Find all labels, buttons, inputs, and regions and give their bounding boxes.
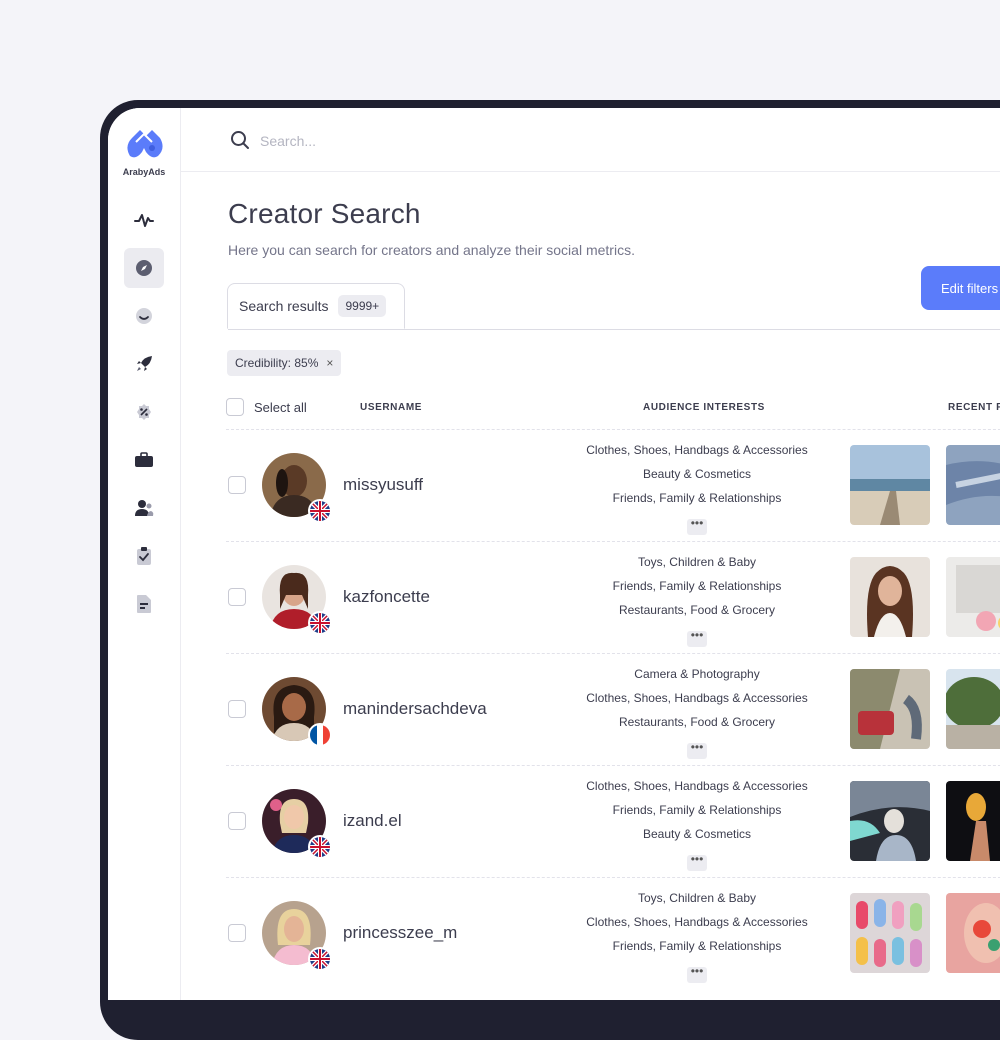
uk-flag-icon [308, 947, 332, 971]
search-icon [231, 131, 249, 149]
recent-post-thumbnail[interactable] [850, 893, 930, 973]
interest-tag: Beauty & Cosmetics [642, 467, 752, 481]
search-input[interactable] [258, 126, 662, 156]
recent-post-thumbnail[interactable] [946, 781, 1000, 861]
close-icon[interactable]: × [326, 356, 333, 370]
nav-reports[interactable] [124, 584, 164, 624]
interest-tag: Friends, Family & Relationships [612, 491, 782, 505]
audience-interests: Toys, Children & Baby Friends, Family & … [572, 554, 822, 647]
table-row[interactable]: missyusuff Clothes, Shoes, Handbags & Ac… [226, 429, 1000, 542]
top-bar [180, 108, 1000, 172]
table-header: Select all USERNAME AUDIENCE INTERESTS R… [226, 396, 1000, 420]
logo[interactable]: ArabyAds [122, 126, 166, 177]
recent-post-thumbnail[interactable] [850, 669, 930, 749]
select-all-checkbox[interactable] [226, 398, 244, 416]
nav-discounts[interactable] [124, 392, 164, 432]
uk-flag-icon [308, 835, 332, 859]
nav-smile[interactable] [124, 296, 164, 336]
app-screen: ArabyAds Search... Creator Search Here y… [108, 108, 1000, 1000]
page-title: Creator Search [228, 198, 421, 229]
activity-icon [134, 214, 154, 227]
interest-tag: Toys, Children & Baby [637, 555, 757, 569]
uk-flag-icon [308, 499, 332, 523]
username[interactable]: manindersachdeva [343, 699, 487, 719]
smile-icon [136, 308, 152, 324]
column-header-interests[interactable]: AUDIENCE INTERESTS [643, 402, 765, 413]
recent-post-thumbnail[interactable] [850, 445, 930, 525]
audience-interests: Clothes, Shoes, Handbags & Accessories F… [572, 778, 822, 871]
username[interactable]: princesszee_m [343, 923, 457, 943]
audience-interests: Toys, Children & Baby Clothes, Shoes, Ha… [572, 890, 822, 983]
filter-chip-credibility[interactable]: Credibility: 85% × [227, 350, 342, 376]
interest-tag: Toys, Children & Baby [637, 891, 757, 905]
nav-campaigns[interactable] [124, 344, 164, 384]
row-checkbox[interactable] [228, 588, 246, 606]
users-icon [135, 500, 154, 516]
more-interests-button[interactable]: ••• [687, 853, 707, 871]
row-checkbox[interactable] [228, 812, 246, 830]
uk-flag-icon [308, 611, 332, 635]
rocket-icon [137, 356, 152, 371]
recent-post-thumbnail[interactable] [850, 557, 930, 637]
interest-tag: Friends, Family & Relationships [612, 579, 782, 593]
audience-interests: Camera & Photography Clothes, Shoes, Han… [572, 666, 822, 759]
recent-post-thumbnail[interactable] [946, 669, 1000, 749]
table-row[interactable]: princesszee_m Toys, Children & Baby Clot… [226, 877, 1000, 990]
more-interests-button[interactable]: ••• [687, 741, 707, 759]
more-interests-button[interactable]: ••• [687, 965, 707, 983]
filter-chip-label: Credibility: 85% [235, 356, 319, 370]
clipboard-check-icon [137, 547, 151, 565]
column-header-recent-posts[interactable]: RECENT PO [948, 402, 1000, 413]
more-interests-button[interactable]: ••• [687, 517, 707, 535]
interest-tag: Restaurants, Food & Grocery [618, 715, 776, 729]
interest-tag: Clothes, Shoes, Handbags & Accessories [586, 915, 808, 929]
interest-tag: Clothes, Shoes, Handbags & Accessories [586, 779, 808, 793]
interest-tag: Friends, Family & Relationships [612, 939, 782, 953]
row-checkbox[interactable] [228, 700, 246, 718]
column-header-username[interactable]: USERNAME [360, 402, 422, 413]
tab-divider [228, 329, 1000, 330]
table-row[interactable]: kazfoncette Toys, Children & Baby Friend… [226, 541, 1000, 654]
table-row[interactable]: manindersachdeva Camera & Photography Cl… [226, 653, 1000, 766]
tab-search-results[interactable]: Search results 9999+ [227, 283, 405, 329]
table-row[interactable]: izand.el Clothes, Shoes, Handbags & Acce… [226, 765, 1000, 878]
recent-post-thumbnail[interactable] [946, 893, 1000, 973]
interest-tag: Beauty & Cosmetics [642, 827, 752, 841]
interest-tag: Clothes, Shoes, Handbags & Accessories [586, 691, 808, 705]
nav-tasks[interactable] [124, 536, 164, 576]
audience-interests: Clothes, Shoes, Handbags & Accessories B… [572, 442, 822, 535]
row-checkbox[interactable] [228, 924, 246, 942]
row-checkbox[interactable] [228, 476, 246, 494]
page-subtitle: Here you can search for creators and ana… [228, 242, 635, 258]
tab-label: Search results [239, 298, 329, 314]
logo-icon [127, 130, 163, 158]
compass-icon [136, 260, 152, 276]
recent-post-thumbnail[interactable] [946, 557, 1000, 637]
nav-briefcase[interactable] [124, 440, 164, 480]
interest-tag: Clothes, Shoes, Handbags & Accessories [586, 443, 808, 457]
select-all-label: Select all [254, 400, 307, 415]
username[interactable]: missyusuff [343, 475, 423, 495]
interest-tag: Restaurants, Food & Grocery [618, 603, 776, 617]
username[interactable]: kazfoncette [343, 587, 430, 607]
nav-discover[interactable] [124, 248, 164, 288]
recent-post-thumbnail[interactable] [946, 445, 1000, 525]
document-icon [137, 595, 151, 613]
france-flag-icon [308, 723, 332, 747]
recent-post-thumbnail[interactable] [850, 781, 930, 861]
interest-tag: Friends, Family & Relationships [612, 803, 782, 817]
logo-text: ArabyAds [122, 167, 166, 177]
interest-tag: Camera & Photography [634, 667, 760, 681]
discount-badge-icon [137, 404, 151, 420]
nav-activity[interactable] [124, 200, 164, 240]
more-interests-button[interactable]: ••• [687, 629, 707, 647]
username[interactable]: izand.el [343, 811, 402, 831]
briefcase-icon [135, 452, 153, 467]
results-count-badge: 9999+ [338, 295, 387, 317]
edit-filters-button[interactable]: Edit filters [921, 266, 1000, 310]
nav-users[interactable] [124, 488, 164, 528]
sidebar: ArabyAds [108, 108, 181, 1000]
